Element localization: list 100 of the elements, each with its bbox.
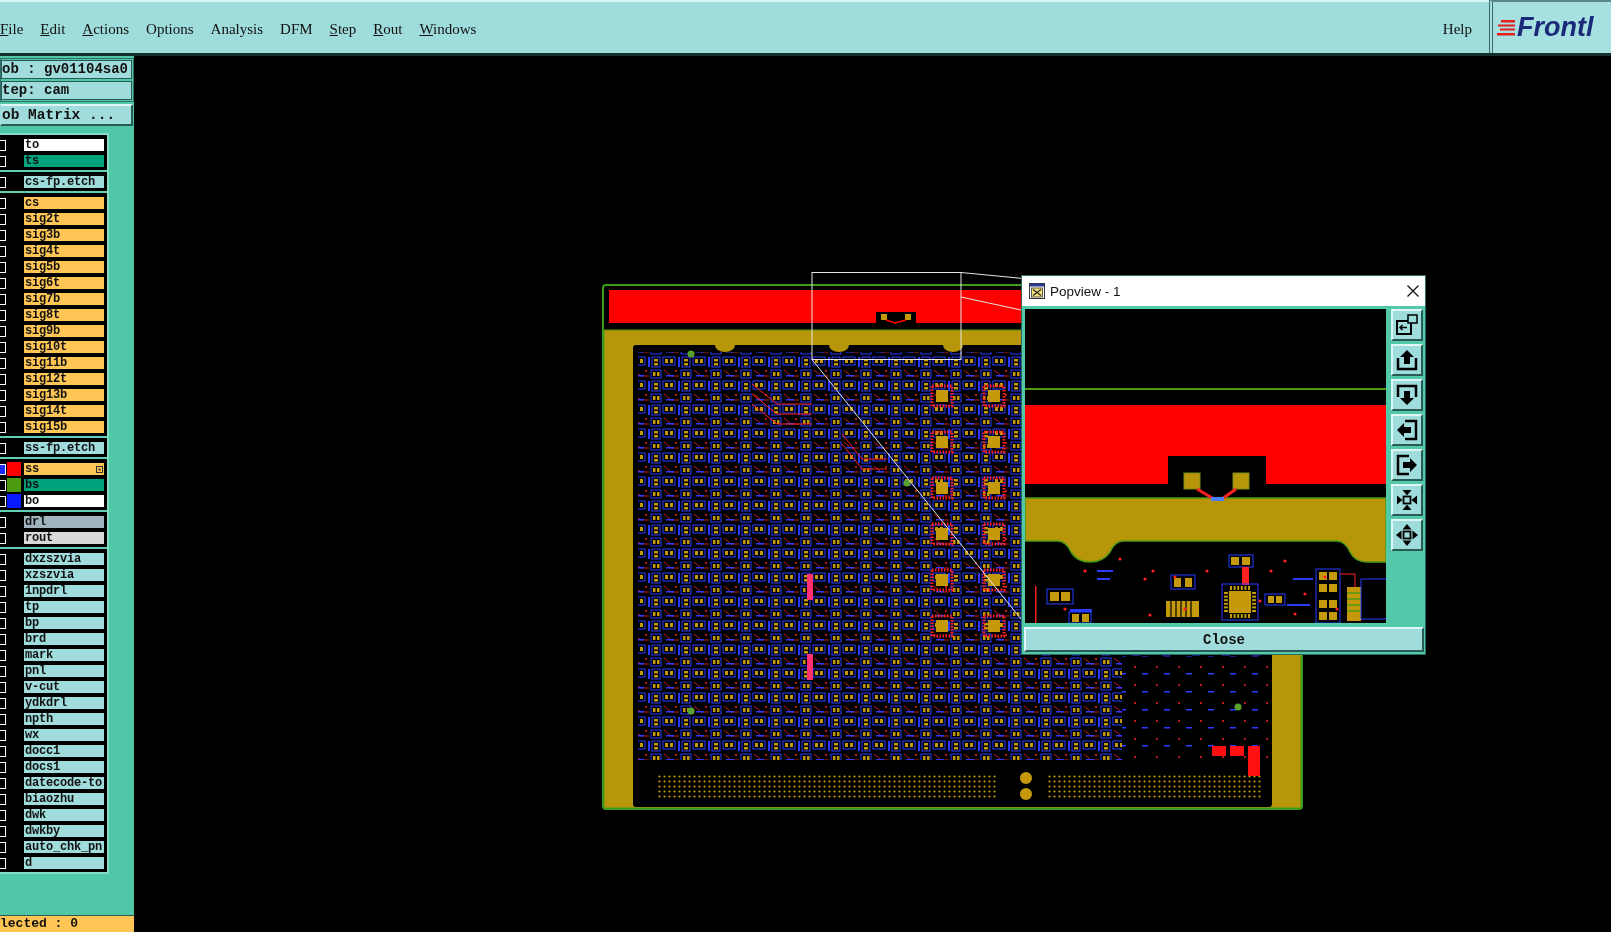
layer-checkbox[interactable] (0, 261, 6, 273)
layer-checkbox[interactable] (0, 681, 6, 693)
layer-checkbox[interactable] (0, 373, 6, 385)
layer-checkbox[interactable] (0, 155, 6, 167)
layer-name[interactable]: ydkdrl (23, 696, 105, 710)
layer-name[interactable]: docs1 (23, 760, 105, 774)
layer-checkbox[interactable] (0, 697, 6, 709)
layer-name[interactable]: bp (23, 616, 105, 630)
menu-item[interactable]: File (0, 20, 24, 38)
layer-name[interactable]: datecode-to (23, 776, 105, 790)
layer-name[interactable]: biaozhu (23, 792, 105, 806)
layer-checkbox[interactable] (0, 442, 6, 454)
layer-checkbox[interactable] (0, 479, 6, 491)
layer-checkbox[interactable] (0, 495, 6, 507)
menu-item[interactable]: Options (146, 20, 194, 38)
layer-name[interactable]: sig8t (23, 308, 105, 322)
layer-checkbox[interactable] (0, 569, 6, 581)
layer-checkbox[interactable] (0, 857, 6, 869)
layer-checkbox[interactable] (0, 777, 6, 789)
layer-name[interactable]: sig4t (23, 244, 105, 258)
view-tool-button[interactable] (1391, 519, 1423, 551)
menu-item[interactable]: Step (329, 20, 357, 38)
layer-name[interactable]: cs-fp.etch (23, 175, 105, 189)
layer-name[interactable]: wx (23, 728, 105, 742)
view-tool-button[interactable] (1391, 414, 1423, 446)
layer-checkbox[interactable] (0, 665, 6, 677)
layer-checkbox[interactable] (0, 176, 6, 188)
layer-checkbox[interactable] (0, 532, 6, 544)
layer-name[interactable]: v-cut (23, 680, 105, 694)
view-tool-button[interactable] (1391, 309, 1423, 341)
layer-name[interactable]: bo (23, 494, 105, 508)
layer-name[interactable]: npth (23, 712, 105, 726)
layer-name[interactable]: sig13b (23, 388, 105, 402)
layer-checkbox[interactable] (0, 245, 6, 257)
layer-checkbox[interactable] (0, 309, 6, 321)
layer-name[interactable]: sig10t (23, 340, 105, 354)
layer-name[interactable]: to (23, 138, 105, 152)
layer-checkbox[interactable] (0, 841, 6, 853)
layer-name[interactable]: brd (23, 632, 105, 646)
layer-checkbox[interactable] (0, 139, 6, 151)
layer-name[interactable]: drl (23, 515, 105, 529)
layer-checkbox[interactable] (0, 277, 6, 289)
view-tool-button[interactable] (1391, 344, 1423, 376)
layer-checkbox[interactable] (0, 809, 6, 821)
layer-checkbox[interactable] (0, 229, 6, 241)
layer-name[interactable]: pnl (23, 664, 105, 678)
layer-name[interactable]: rout (23, 531, 105, 545)
layer-name[interactable]: docc1 (23, 744, 105, 758)
layer-checkbox[interactable] (0, 553, 6, 565)
layer-checkbox[interactable] (0, 729, 6, 741)
layer-checkbox[interactable] (0, 463, 6, 475)
layer-checkbox[interactable] (0, 357, 6, 369)
view-tool-button[interactable] (1391, 449, 1423, 481)
menu-item[interactable]: Windows (419, 20, 477, 38)
layer-name[interactable]: ts (23, 154, 105, 168)
layer-name[interactable]: tp (23, 600, 105, 614)
layer-checkbox[interactable] (0, 601, 6, 613)
layer-checkbox[interactable] (0, 713, 6, 725)
layer-name[interactable]: dwkby (23, 824, 105, 838)
layer-name[interactable]: ss (23, 462, 105, 476)
layer-checkbox[interactable] (0, 405, 6, 417)
layer-name[interactable]: 1npdrl (23, 584, 105, 598)
layer-name[interactable]: sig15b (23, 420, 105, 434)
layer-checkbox[interactable] (0, 633, 6, 645)
layer-checkbox[interactable] (0, 649, 6, 661)
layer-name[interactable]: d (23, 856, 105, 870)
layer-checkbox[interactable] (0, 213, 6, 225)
layer-name[interactable]: sig3b (23, 228, 105, 242)
layer-checkbox[interactable] (0, 761, 6, 773)
layer-name[interactable]: cs (23, 196, 105, 210)
window-close-button[interactable] (1407, 285, 1419, 297)
view-tool-button[interactable] (1391, 484, 1423, 516)
layer-checkbox[interactable] (0, 585, 6, 597)
layer-name[interactable]: mark (23, 648, 105, 662)
view-tool-button[interactable] (1391, 379, 1423, 411)
help-menu[interactable]: Help (1442, 15, 1472, 38)
close-button[interactable]: Close (1024, 627, 1424, 652)
menu-item[interactable]: Analysis (210, 20, 264, 38)
layer-name[interactable]: sig7b (23, 292, 105, 306)
layer-name[interactable]: sig12t (23, 372, 105, 386)
layer-name[interactable]: xzszvia (23, 568, 105, 582)
layer-name[interactable]: dwk (23, 808, 105, 822)
layer-checkbox[interactable] (0, 617, 6, 629)
layer-checkbox[interactable] (0, 293, 6, 305)
layer-checkbox[interactable] (0, 516, 6, 528)
layer-checkbox[interactable] (0, 421, 6, 433)
layer-name[interactable]: bs (23, 478, 105, 492)
layer-name[interactable]: sig14t (23, 404, 105, 418)
layer-checkbox[interactable] (0, 325, 6, 337)
menu-item[interactable]: DFM (280, 20, 313, 38)
layer-name[interactable]: auto_chk_pn (23, 840, 105, 854)
layer-checkbox[interactable] (0, 745, 6, 757)
layer-checkbox[interactable] (0, 793, 6, 805)
layer-checkbox[interactable] (0, 389, 6, 401)
job-matrix-button[interactable]: ob Matrix ... (0, 104, 133, 126)
layer-name[interactable]: sig6t (23, 276, 105, 290)
layer-name[interactable]: dxzszvia (23, 552, 105, 566)
menu-item[interactable]: Actions (82, 20, 130, 38)
layer-name[interactable]: ss-fp.etch (23, 441, 105, 455)
layer-checkbox[interactable] (0, 197, 6, 209)
